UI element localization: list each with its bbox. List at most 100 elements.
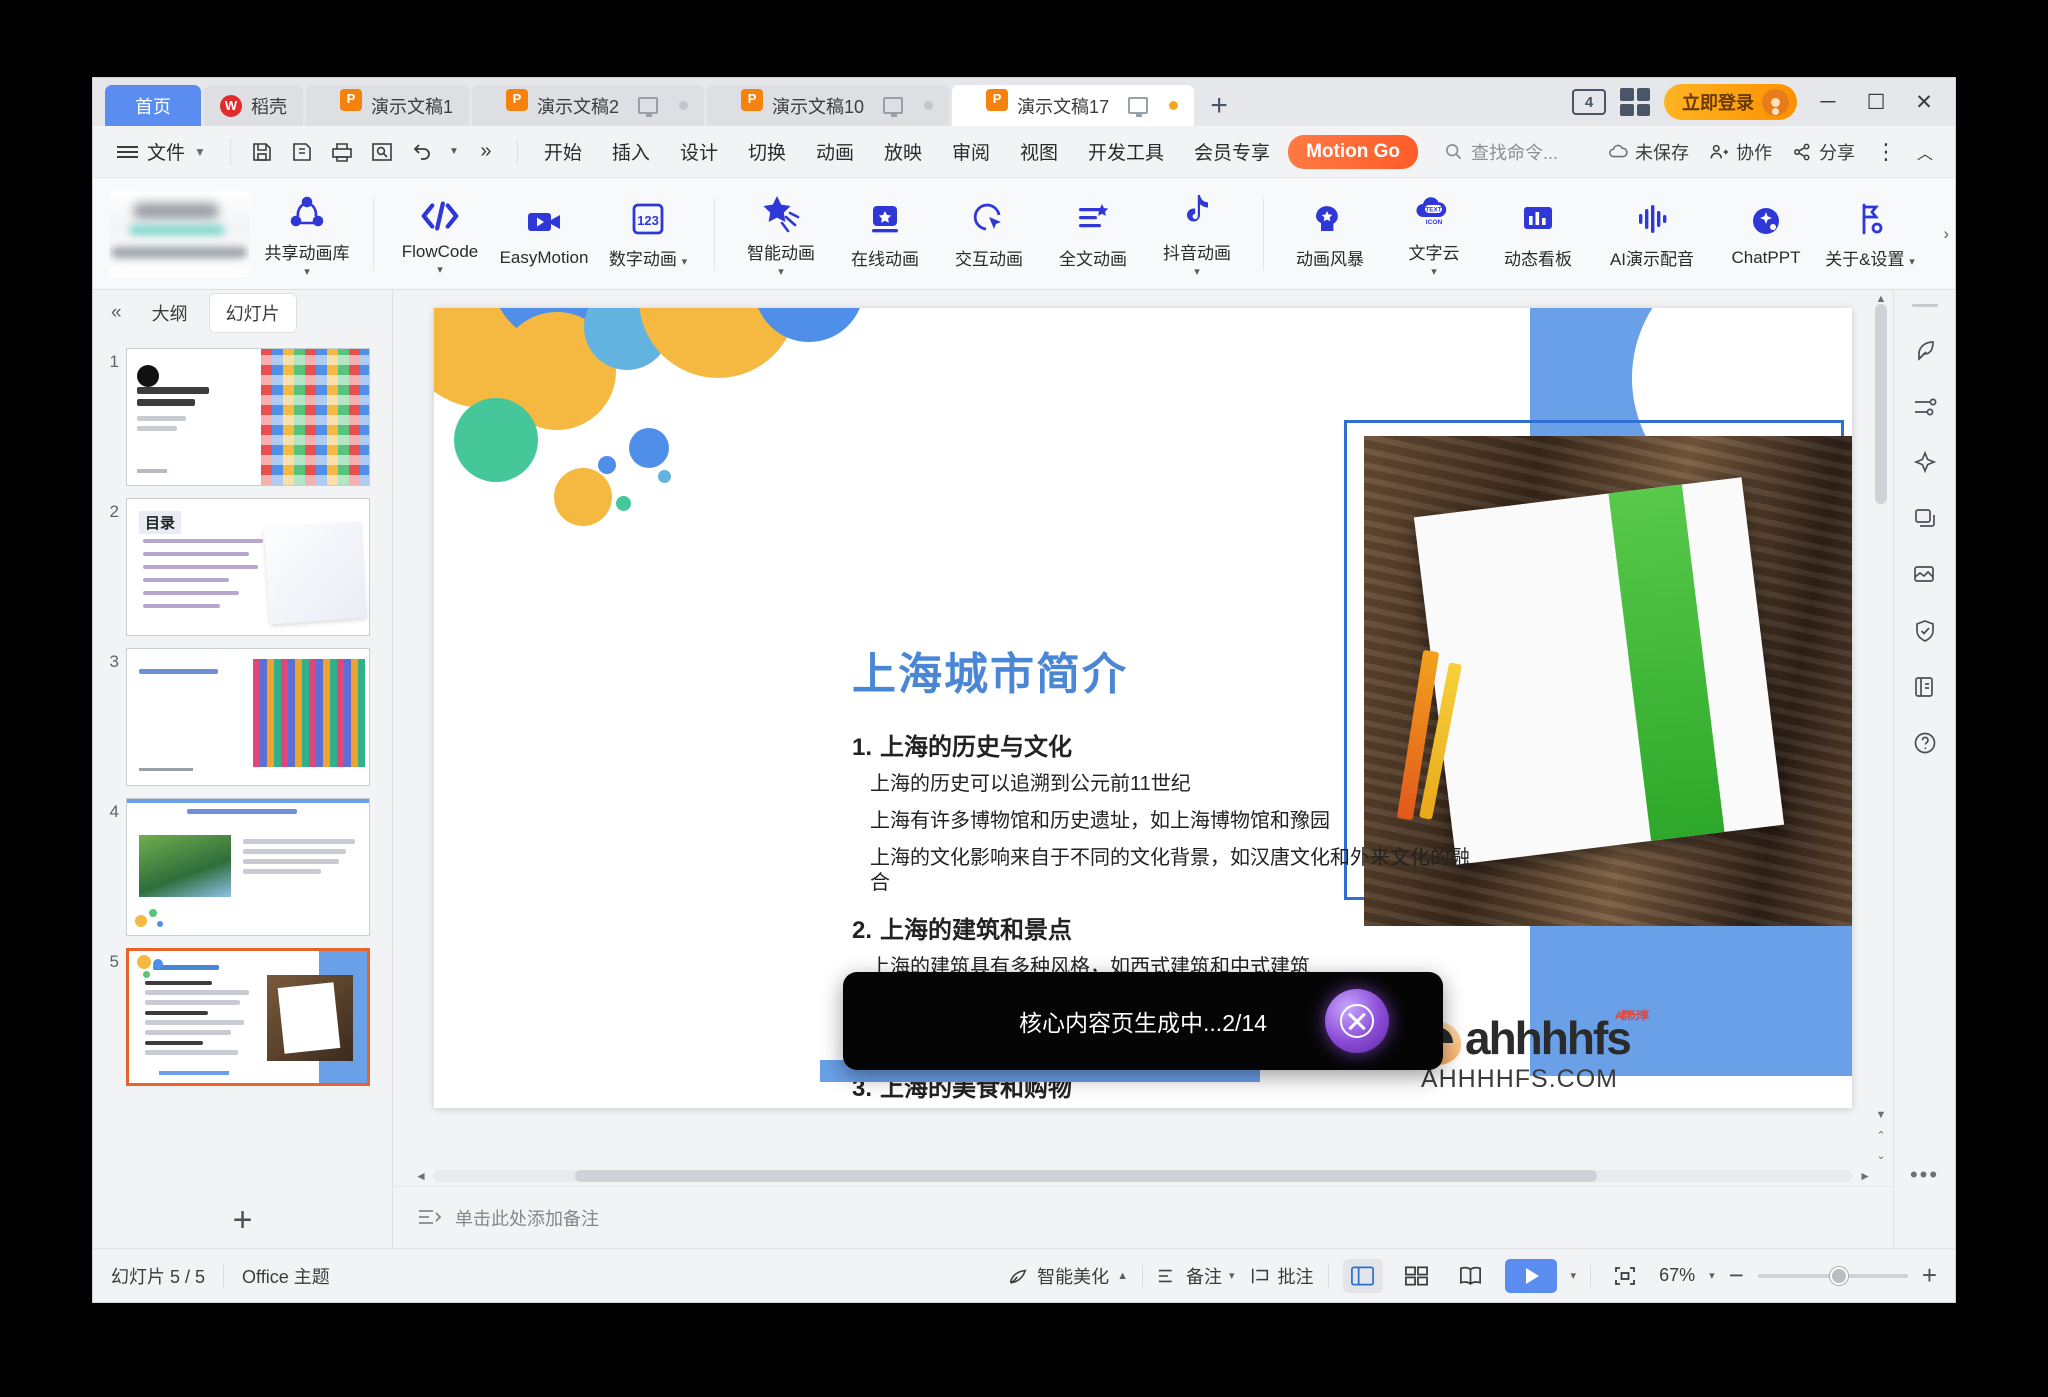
slide-sorter-button[interactable] [1397,1259,1437,1293]
scroll-right-button[interactable]: ► [1853,1169,1877,1183]
more-options-button[interactable]: ⋮ [1875,139,1897,165]
undo-icon[interactable] [405,135,439,169]
rail-handle[interactable] [1911,304,1938,307]
collaborate-button[interactable]: 协作 [1709,139,1772,165]
zoom-slider[interactable] [1757,1266,1908,1285]
zoom-dropdown-icon[interactable]: ▾ [1709,1269,1715,1282]
frame-icon[interactable] [1905,555,1945,595]
menu-item-member[interactable]: 会员专享 [1182,132,1282,171]
ribbon-douyin-animation[interactable]: 抖音动画 ▾ [1145,185,1249,283]
slide-title[interactable]: 上海城市简介 [852,638,1128,702]
slide-thumbnail-row[interactable]: 5 [93,942,392,1092]
zoom-in-button[interactable]: + [1922,1260,1937,1291]
scroll-left-button[interactable]: ◄ [409,1169,433,1183]
layers-icon[interactable] [1905,499,1945,539]
menu-item-slideshow[interactable]: 放映 [872,132,934,171]
tab-presentation-1[interactable]: P 演示文稿1 [306,85,470,126]
undo-dropdown-icon[interactable]: ▼ [445,135,463,169]
menu-item-developer[interactable]: 开发工具 [1076,132,1176,171]
menu-item-transition[interactable]: 切换 [736,132,798,171]
quick-access-overflow[interactable]: » [469,135,503,169]
ribbon-fulltext-animation[interactable]: 全文动画 [1041,185,1145,283]
menu-item-review[interactable]: 审阅 [940,132,1002,171]
chevron-down-icon[interactable]: ▾ [1194,267,1200,278]
adjust-icon[interactable] [1905,387,1945,427]
ribbon-chatppt[interactable]: ChatPPT [1714,185,1818,283]
next-slide-button[interactable]: ⌄ [1873,1146,1889,1164]
collapse-ribbon-button[interactable]: ︿ [1917,140,1933,164]
ribbon-easymotion[interactable]: EasyMotion [492,185,596,283]
menu-item-start[interactable]: 开始 [532,132,594,171]
feather-icon[interactable] [1905,331,1945,371]
ribbon-interactive-animation[interactable]: 交互动画 [937,185,1041,283]
slide-thumbnail-row[interactable]: 1 [93,342,392,492]
monitor-icon[interactable] [638,97,659,117]
chevron-down-icon[interactable]: ▾ [1431,267,1437,278]
grid-view-icon[interactable] [1620,88,1650,116]
ribbon-animation-storm[interactable]: 动画风暴 [1278,185,1382,283]
slide-thumbnail-4[interactable] [126,798,370,936]
save-icon[interactable] [245,135,279,169]
chevron-down-icon[interactable]: ▾ [1229,1269,1235,1282]
ribbon-ai-voice[interactable]: AI演示配音 [1590,185,1714,283]
menu-item-view[interactable]: 视图 [1008,132,1070,171]
collapse-panel-icon[interactable]: « [103,298,130,328]
zoom-out-button[interactable]: − [1729,1260,1744,1291]
tab-outline[interactable]: 大纲 [136,294,204,332]
horizontal-scrollbar[interactable]: ◄ ► [393,1166,1893,1186]
chevron-down-icon[interactable]: ▾ [437,264,443,275]
zoom-level-label[interactable]: 67% [1659,1265,1695,1286]
monitor-icon[interactable] [1128,97,1149,117]
new-tab-button[interactable]: + [1197,85,1241,126]
login-button[interactable]: 立即登录 [1664,84,1797,120]
ribbon-share-animation-library[interactable]: 共享动画库 ▾ [255,185,359,283]
chevron-down-icon[interactable]: ▾ [682,256,688,268]
chevron-down-icon[interactable]: ▾ [304,267,310,278]
chevron-down-icon[interactable]: ▾ [1909,256,1915,268]
slide-thumbnail-row[interactable]: 3 [93,642,392,792]
comments-button[interactable]: 批注 [1249,1263,1314,1289]
fit-to-window-button[interactable] [1605,1259,1645,1293]
help-icon[interactable] [1905,723,1945,763]
close-button[interactable]: ✕ [1907,87,1941,117]
reading-view-button[interactable] [1451,1259,1491,1293]
smart-beautify-button[interactable]: 智能美化 ▲ [1007,1263,1128,1289]
chevron-up-icon[interactable]: ▲ [1117,1270,1128,1282]
tab-home[interactable]: 首页 [105,85,201,126]
slide-thumbnail-row[interactable]: 4 [93,792,392,942]
notes-pane[interactable]: 单击此处添加备注 [393,1186,1893,1248]
close-circle-icon[interactable] [1325,989,1389,1053]
ribbon-smart-animation[interactable]: 智能动画 ▾ [729,185,833,283]
menu-item-animation[interactable]: 动画 [804,132,866,171]
save-as-icon[interactable] [285,135,319,169]
notes-button[interactable]: 备注 ▾ [1157,1263,1235,1289]
share-button[interactable]: 分享 [1792,139,1855,165]
menu-item-design[interactable]: 设计 [668,132,730,171]
slide-thumbnail-3[interactable] [126,648,370,786]
ribbon-dynamic-board[interactable]: 动态看板 [1486,185,1590,283]
slideshow-dropdown-icon[interactable]: ▾ [1571,1269,1577,1282]
maximize-button[interactable]: ☐ [1859,87,1893,117]
theme-label[interactable]: Office 主题 [242,1263,330,1289]
scroll-down-button[interactable]: ▼ [1873,1106,1889,1124]
animation-preview-thumbnail[interactable] [109,190,249,277]
chevron-down-icon[interactable]: ▾ [778,267,784,278]
start-slideshow-button[interactable] [1504,1258,1557,1293]
slide-thumbnail-1[interactable] [126,348,370,486]
previous-slide-button[interactable]: ⌃ [1873,1126,1889,1144]
sparkle-icon[interactable] [1905,443,1945,483]
monitor-icon[interactable] [883,97,904,117]
print-preview-icon[interactable] [365,135,399,169]
tab-presentation-17[interactable]: P 演示文稿17 [952,85,1195,126]
ribbon-online-animation[interactable]: 在线动画 [833,185,937,283]
rail-more-button[interactable]: ••• [1910,1162,1939,1188]
book-icon[interactable] [1905,667,1945,707]
menu-item-insert[interactable]: 插入 [600,132,662,171]
normal-view-button[interactable] [1342,1258,1383,1293]
screens-button[interactable]: 4 [1572,89,1606,115]
ribbon-flowcode[interactable]: FlowCode ▾ [388,185,492,283]
tab-presentation-10[interactable]: P 演示文稿10 [707,85,950,126]
tab-docer[interactable]: W 稻壳 [204,85,303,126]
ribbon-about-settings[interactable]: 关于&设置 ▾ [1818,185,1922,283]
ribbon-word-cloud[interactable]: TEXT ICON 文字云 ▾ [1382,185,1486,283]
